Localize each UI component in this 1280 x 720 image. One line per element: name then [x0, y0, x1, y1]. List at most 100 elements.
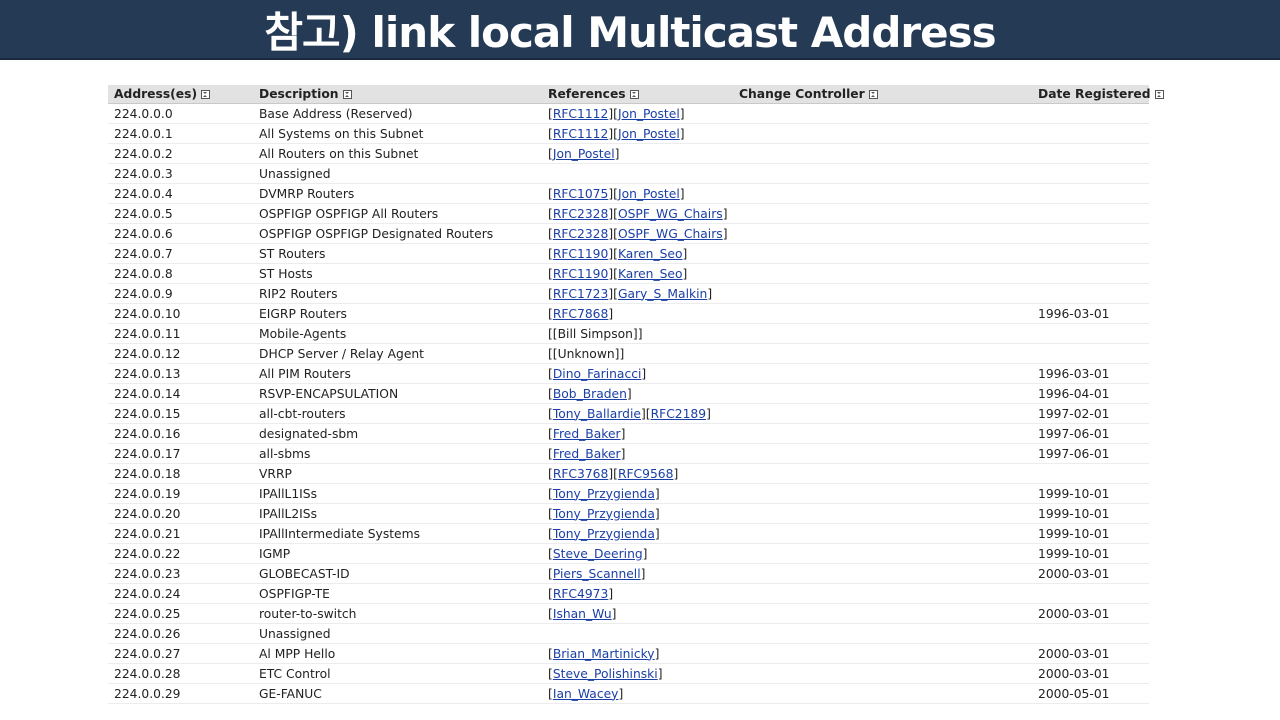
description-cell: OSPFIGP-TE [253, 583, 542, 604]
date-registered-cell [1032, 323, 1149, 344]
change-controller-cell [733, 623, 1032, 644]
address-cell: 224.0.0.19 [108, 483, 253, 504]
multicast-address-table: Address(es) Description References Chang… [108, 85, 1164, 704]
reference-link[interactable]: Tony_Przygienda [553, 487, 655, 501]
column-header-date-registered[interactable]: Date Registered [1032, 85, 1164, 104]
reference-link[interactable]: Fred_Baker [553, 427, 621, 441]
address-cell: 224.0.0.5 [108, 203, 253, 224]
reference-link[interactable]: Bob_Braden [553, 387, 627, 401]
table-row: 224.0.0.29 GE-FANUC [Ian_Wacey] 2000-05-01 [108, 683, 1149, 704]
reference-link[interactable]: RFC3768 [553, 467, 609, 481]
date-registered-cell: 1999-10-01 [1032, 543, 1149, 564]
description-cell: Unassigned [253, 623, 542, 644]
reference-link[interactable]: Gary_S_Malkin [618, 287, 707, 301]
reference-link[interactable]: Jon_Postel [618, 107, 680, 121]
sort-icon[interactable] [868, 90, 878, 99]
address-cell: 224.0.0.21 [108, 523, 253, 544]
table-row: 224.0.0.1 All Systems on this Subnet [RFC1… [108, 123, 1149, 144]
references-cell: [RFC1723][Gary_S_Malkin] [542, 283, 733, 304]
table-row: 224.0.0.6 OSPFIGP OSPFIGP Designated Rout… [108, 223, 1149, 244]
reference-link[interactable]: RFC2328 [553, 207, 609, 221]
description-cell: Mobile-Agents [253, 323, 542, 344]
sort-icon[interactable] [342, 90, 352, 99]
reference-link[interactable]: RFC7868 [553, 307, 609, 321]
reference-link[interactable]: RFC1112 [553, 107, 609, 121]
reference-link[interactable]: RFC2328 [553, 227, 609, 241]
table-row: 224.0.0.23 GLOBECAST-ID [Piers_Scannell] 20… [108, 563, 1149, 584]
description-cell: ST Hosts [253, 263, 542, 284]
reference-link[interactable]: Dino_Farinacci [553, 367, 642, 381]
reference-link[interactable]: RFC1190 [553, 247, 609, 261]
table-row: 224.0.0.10 EIGRP Routers [RFC7868] 1996-03-… [108, 303, 1149, 324]
reference-link[interactable]: Ian_Wacey [553, 687, 619, 701]
reference-link[interactable]: Steve_Deering [553, 547, 643, 561]
references-cell: [RFC1075][Jon_Postel] [542, 183, 733, 204]
sort-icon[interactable] [629, 90, 639, 99]
change-controller-cell [733, 363, 1032, 384]
bracket-close: ] [706, 406, 711, 421]
references-cell: [RFC3768][RFC9568] [542, 463, 733, 484]
reference-link[interactable]: Tony_Przygienda [553, 507, 655, 521]
reference-link[interactable]: RFC1190 [553, 267, 609, 281]
change-controller-cell [733, 383, 1032, 404]
bracket-close: ] [626, 386, 632, 401]
change-controller-cell [733, 403, 1032, 424]
date-registered-cell: 1997-06-01 [1032, 443, 1149, 464]
change-controller-cell [733, 683, 1032, 704]
table-row: 224.0.0.2 All Routers on this Subnet [Jon_… [108, 143, 1149, 164]
change-controller-cell [733, 443, 1032, 464]
column-header-label: Change Controller [739, 87, 865, 101]
reference-link[interactable]: Jon_Postel [553, 147, 615, 161]
reference-link[interactable]: Karen_Seo [618, 247, 683, 261]
description-cell: Unassigned [253, 163, 542, 184]
reference-link[interactable]: Ishan_Wu [553, 607, 612, 621]
column-header-change-controller[interactable]: Change Controller [733, 85, 1032, 104]
bracket-close: ] [611, 606, 617, 621]
address-cell: 224.0.0.26 [108, 623, 253, 644]
references-cell [542, 163, 733, 184]
reference-link[interactable]: Tony_Przygienda [553, 527, 655, 541]
change-controller-cell [733, 583, 1032, 604]
address-cell: 224.0.0.15 [108, 403, 253, 424]
reference-link[interactable]: Jon_Postel [618, 187, 680, 201]
page-title: 참고) link local Multicast Address [264, 7, 996, 57]
address-cell: 224.0.0.11 [108, 323, 253, 344]
references-cell: [Fred_Baker] [542, 423, 733, 444]
column-header-address[interactable]: Address(es) [108, 85, 253, 104]
description-cell: IPAllL1ISs [253, 483, 542, 504]
description-cell: IPAllL2ISs [253, 503, 542, 524]
bracket-close: ] [682, 266, 688, 281]
references-cell: [RFC1112][Jon_Postel] [542, 103, 733, 124]
reference-link[interactable]: RFC4973 [553, 587, 609, 601]
reference-link[interactable]: RFC1112 [553, 127, 609, 141]
reference-link[interactable]: Jon_Postel [618, 127, 680, 141]
table-row: 224.0.0.27 Al MPP Hello [Brian_Martinicky]… [108, 643, 1149, 664]
date-registered-cell: 1999-10-01 [1032, 503, 1149, 524]
reference-link[interactable]: Steve_Polishinski [553, 667, 658, 681]
date-registered-cell [1032, 463, 1149, 484]
column-header-label: Date Registered [1038, 87, 1151, 101]
column-header-description[interactable]: Description [253, 85, 542, 104]
reference-link[interactable]: Fred_Baker [553, 447, 621, 461]
reference-link[interactable]: Karen_Seo [618, 267, 683, 281]
change-controller-cell [733, 163, 1032, 184]
references-cell [542, 623, 733, 644]
reference-link[interactable]: RFC1723 [553, 287, 609, 301]
sort-icon[interactable] [201, 90, 211, 99]
table-row: 224.0.0.9 RIP2 Routers [RFC1723][Gary_S_Ma… [108, 283, 1149, 304]
reference-link[interactable]: RFC9568 [618, 467, 674, 481]
description-cell: DVMRP Routers [253, 183, 542, 204]
reference-link[interactable]: RFC1075 [553, 187, 609, 201]
reference-link[interactable]: OSPF_WG_Chairs [618, 227, 723, 241]
reference-link[interactable]: Tony_Ballardie [553, 407, 641, 421]
description-cell: EIGRP Routers [253, 303, 542, 324]
bracket-close: ] [707, 286, 713, 301]
table-row: 224.0.0.22 IGMP [Steve_Deering] 1999-10-01 [108, 543, 1149, 564]
reference-link[interactable]: Piers_Scannell [553, 567, 641, 581]
reference-link[interactable]: RFC2189 [651, 407, 707, 421]
reference-link[interactable]: Brian_Martinicky [553, 647, 655, 661]
sort-icon[interactable] [1154, 90, 1164, 99]
table-row: 224.0.0.4 DVMRP Routers [RFC1075][Jon_Post… [108, 183, 1149, 204]
column-header-references[interactable]: References [542, 85, 733, 104]
reference-link[interactable]: OSPF_WG_Chairs [618, 207, 723, 221]
